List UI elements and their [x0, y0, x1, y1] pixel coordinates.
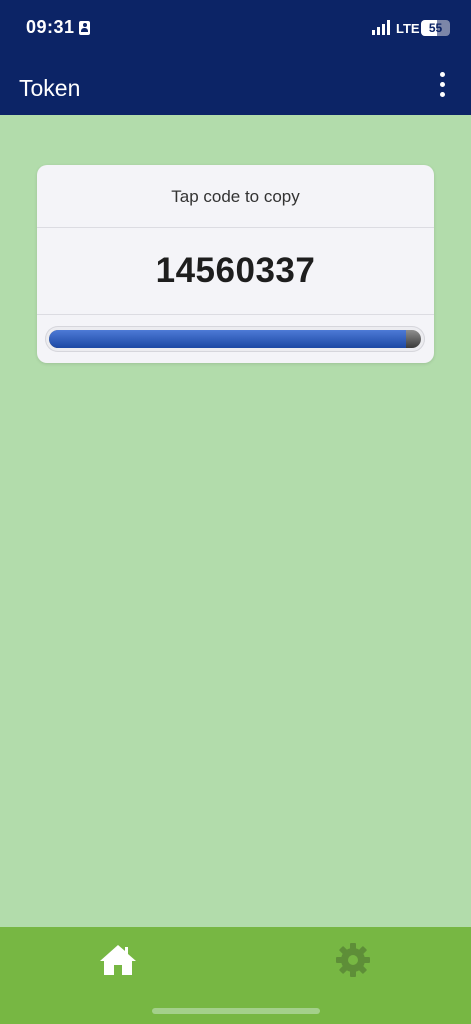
signal-strength-icon	[372, 20, 390, 35]
card-divider	[37, 314, 434, 315]
home-icon	[100, 945, 136, 975]
more-options-button[interactable]	[430, 70, 456, 100]
status-bar: 09:31 LTE 55	[0, 0, 471, 58]
app-bar: Token	[0, 58, 471, 115]
gear-icon	[336, 943, 370, 977]
page-title: Token	[19, 75, 81, 101]
progress-fill	[49, 330, 407, 348]
nav-home-button[interactable]	[98, 941, 138, 981]
network-type: LTE	[396, 21, 420, 36]
home-indicator[interactable]	[152, 1008, 320, 1014]
token-card[interactable]: Tap code to copy 14560337	[37, 165, 434, 363]
battery-icon: 55	[421, 20, 450, 36]
token-code[interactable]: 14560337	[37, 251, 434, 291]
status-time: 09:31	[26, 17, 75, 37]
token-timer-progress	[45, 326, 425, 352]
more-vertical-icon	[440, 72, 445, 77]
battery-level: 55	[428, 21, 443, 35]
nav-settings-button[interactable]	[334, 941, 372, 979]
copy-hint: Tap code to copy	[171, 187, 300, 206]
card-divider	[37, 227, 434, 228]
contact-card-icon	[79, 21, 90, 35]
